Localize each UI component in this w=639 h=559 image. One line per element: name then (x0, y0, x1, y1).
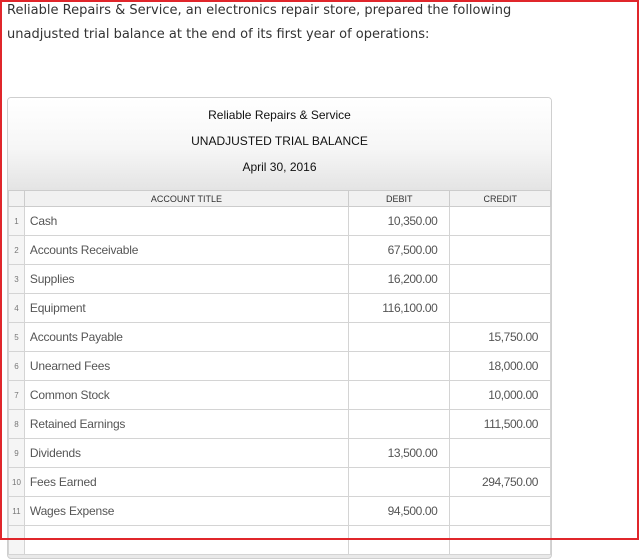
credit-cell[interactable] (449, 206, 551, 236)
credit-header: CREDIT (449, 190, 551, 207)
account-title-cell[interactable]: Unearned Fees (23, 351, 349, 381)
debit-cell[interactable]: 94,500.00 (347, 496, 451, 526)
credit-cell[interactable] (449, 235, 551, 265)
row-number: 2 (8, 235, 25, 265)
account-title-cell[interactable]: Common Stock (23, 380, 349, 410)
credit-cell[interactable]: 10,000.00 (449, 380, 551, 410)
table-row: 9 Dividends 13,500.00 (8, 438, 551, 468)
account-title-cell[interactable]: Accounts Receivable (23, 235, 349, 265)
account-title-cell[interactable]: Fees Earned (23, 467, 349, 497)
trial-balance-table: ACCOUNT TITLE DEBIT CREDIT 1 Cash 10,350.0… (8, 190, 551, 555)
row-number: 6 (8, 351, 25, 381)
account-title-cell[interactable]: Wages Expense (23, 496, 349, 526)
table-row: 11 Wages Expense 94,500.00 (8, 496, 551, 526)
credit-cell[interactable] (449, 496, 551, 526)
row-number: 4 (8, 293, 25, 323)
table-row: 3 Supplies 16,200.00 (8, 264, 551, 294)
table-row: 2 Accounts Receivable 67,500.00 (8, 235, 551, 265)
debit-cell[interactable] (347, 351, 451, 381)
table-row: 7 Common Stock 10,000.00 (8, 380, 551, 410)
account-title-cell[interactable] (23, 525, 349, 555)
debit-cell[interactable] (347, 409, 451, 439)
table-row: 6 Unearned Fees 18,000.00 (8, 351, 551, 381)
credit-cell[interactable] (449, 293, 551, 323)
row-number: 8 (8, 409, 25, 439)
table-row: 1 Cash 10,350.00 (8, 206, 551, 236)
row-number: 1 (8, 206, 25, 236)
row-number: 5 (8, 322, 25, 352)
credit-cell[interactable] (449, 525, 551, 555)
debit-header: DEBIT (347, 190, 451, 207)
credit-cell[interactable] (449, 438, 551, 468)
row-number: 10 (8, 467, 25, 497)
intro-line-2: unadjusted trial balance at the end of i… (7, 27, 430, 42)
debit-cell[interactable]: 16,200.00 (347, 264, 451, 294)
debit-cell[interactable]: 13,500.00 (347, 438, 451, 468)
problem-intro: Reliable Repairs & Service, an electroni… (7, 0, 607, 47)
table-row (8, 525, 551, 555)
table-header-row: ACCOUNT TITLE DEBIT CREDIT (8, 190, 551, 207)
table-row: 4 Equipment 116,100.00 (8, 293, 551, 323)
table-row: 10 Fees Earned 294,750.00 (8, 467, 551, 497)
debit-cell[interactable] (347, 380, 451, 410)
account-title-cell[interactable]: Cash (23, 206, 349, 236)
table-row: 5 Accounts Payable 15,750.00 (8, 322, 551, 352)
credit-cell[interactable] (449, 264, 551, 294)
credit-cell[interactable]: 18,000.00 (449, 351, 551, 381)
debit-cell[interactable] (347, 467, 451, 497)
trial-balance-panel: Reliable Repairs & Service UNADJUSTED TR… (7, 97, 552, 559)
account-title-cell[interactable]: Retained Earnings (23, 409, 349, 439)
debit-cell[interactable]: 67,500.00 (347, 235, 451, 265)
row-number: 9 (8, 438, 25, 468)
table-body: 1 Cash 10,350.00 2 Accounts Receivable 67,500… (8, 206, 551, 555)
credit-cell[interactable]: 111,500.00 (449, 409, 551, 439)
statement-heading: Reliable Repairs & Service UNADJUSTED TR… (8, 98, 551, 190)
debit-cell[interactable]: 10,350.00 (347, 206, 451, 236)
company-name: Reliable Repairs & Service (208, 108, 351, 122)
row-number: 3 (8, 264, 25, 294)
row-number-header (8, 190, 25, 207)
intro-line-1: Reliable Repairs & Service, an electroni… (7, 3, 512, 18)
table-row: 8 Retained Earnings 111,500.00 (8, 409, 551, 439)
account-title-cell[interactable]: Dividends (23, 438, 349, 468)
statement-date: April 30, 2016 (242, 160, 317, 174)
account-title-cell[interactable]: Supplies (23, 264, 349, 294)
account-title-cell[interactable]: Equipment (23, 293, 349, 323)
debit-cell[interactable] (347, 322, 451, 352)
account-title-cell[interactable]: Accounts Payable (23, 322, 349, 352)
statement-title: UNADJUSTED TRIAL BALANCE (191, 134, 368, 148)
row-number: 11 (8, 496, 25, 526)
debit-cell[interactable] (347, 525, 451, 555)
row-number (8, 525, 25, 555)
row-number: 7 (8, 380, 25, 410)
credit-cell[interactable]: 15,750.00 (449, 322, 551, 352)
debit-cell[interactable]: 116,100.00 (347, 293, 451, 323)
credit-cell[interactable]: 294,750.00 (449, 467, 551, 497)
account-title-header: ACCOUNT TITLE (23, 190, 349, 207)
